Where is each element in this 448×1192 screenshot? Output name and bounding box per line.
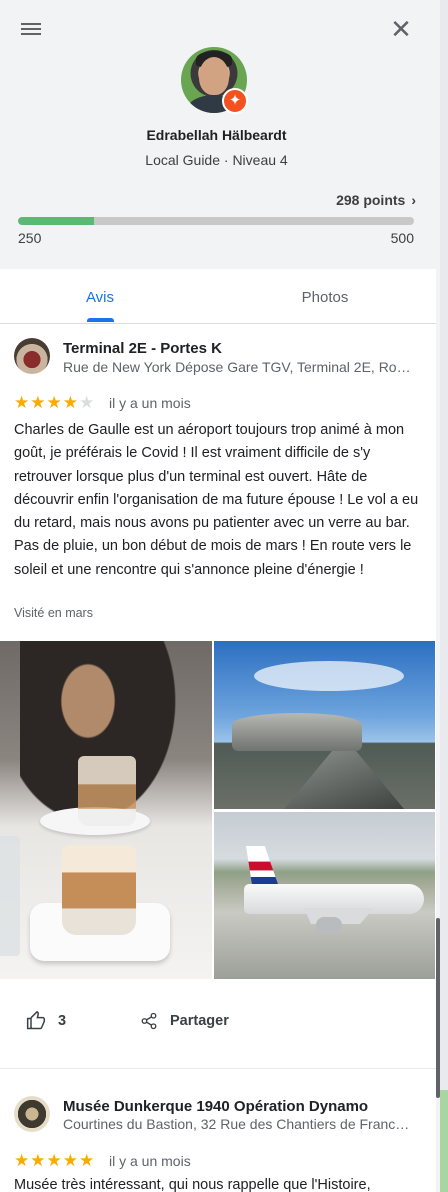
- star-icon: ★★★★: [14, 393, 79, 412]
- share-button[interactable]: Partager: [140, 1006, 229, 1036]
- review-divider: [0, 1068, 436, 1069]
- place-thumbnail[interactable]: [14, 338, 50, 374]
- star-empty-icon: ★: [78, 393, 96, 412]
- place-address: Rue de New York Dépose Gare TGV, Termina…: [63, 359, 411, 375]
- profile-level: Local Guide · Niveau 4: [145, 152, 288, 168]
- profile-header: ✕ ✦ Edrabellah Hälbeardt Local Guide · N…: [0, 0, 440, 269]
- review-text: Charles de Gaulle est un aéroport toujou…: [14, 422, 419, 578]
- review-photo-coffee[interactable]: [0, 641, 212, 979]
- visited-date: Visité en mars: [14, 606, 93, 620]
- tab-photos[interactable]: Photos: [225, 269, 425, 324]
- share-label: Partager: [170, 1013, 229, 1029]
- tab-avis[interactable]: Avis: [0, 269, 200, 324]
- close-icon[interactable]: ✕: [388, 16, 414, 42]
- star-rating: ★★★★★: [14, 1151, 95, 1171]
- active-tab-indicator: [87, 318, 114, 322]
- tab-bar: Avis Photos: [0, 269, 440, 324]
- review-time: il y a un mois: [109, 1153, 191, 1169]
- progress-min-label: 250: [18, 230, 42, 246]
- place-name[interactable]: Musée Dunkerque 1940 Opération Dynamo: [63, 1098, 368, 1115]
- points-progress-fill: [18, 217, 95, 225]
- review-time: il y a un mois: [109, 395, 191, 411]
- place-thumbnail[interactable]: [14, 1096, 50, 1132]
- star-icon: ★★★★★: [14, 1151, 96, 1170]
- share-icon: [141, 1012, 157, 1030]
- local-guide-badge-icon: ✦: [222, 88, 248, 114]
- points-link[interactable]: 298 points ›: [300, 192, 416, 208]
- like-button[interactable]: 3: [26, 1006, 66, 1036]
- star-rating: ★★★★★: [14, 393, 95, 413]
- points-progress-bar: [18, 217, 414, 225]
- progress-max-label: 500: [390, 230, 414, 246]
- place-name[interactable]: Terminal 2E - Portes K: [63, 340, 222, 357]
- map-edge[interactable]: [440, 0, 448, 1192]
- points-label: 298 points: [336, 192, 406, 208]
- thumb-up-icon: [26, 1011, 46, 1030]
- menu-icon[interactable]: [20, 20, 42, 38]
- review-text: Musée très intéressant, qui nous rappell…: [14, 1177, 371, 1192]
- profile-panel: ✕ ✦ Edrabellah Hälbeardt Local Guide · N…: [0, 0, 440, 1192]
- like-count: 3: [58, 1013, 67, 1029]
- chevron-right-icon: ›: [411, 192, 416, 208]
- review-photo-terminal[interactable]: [214, 641, 435, 809]
- place-address: Courtines du Bastion, 32 Rue des Chantie…: [63, 1116, 411, 1132]
- profile-name: Edrabellah Hälbeardt: [146, 127, 287, 143]
- review-photo-airplane[interactable]: [214, 812, 435, 979]
